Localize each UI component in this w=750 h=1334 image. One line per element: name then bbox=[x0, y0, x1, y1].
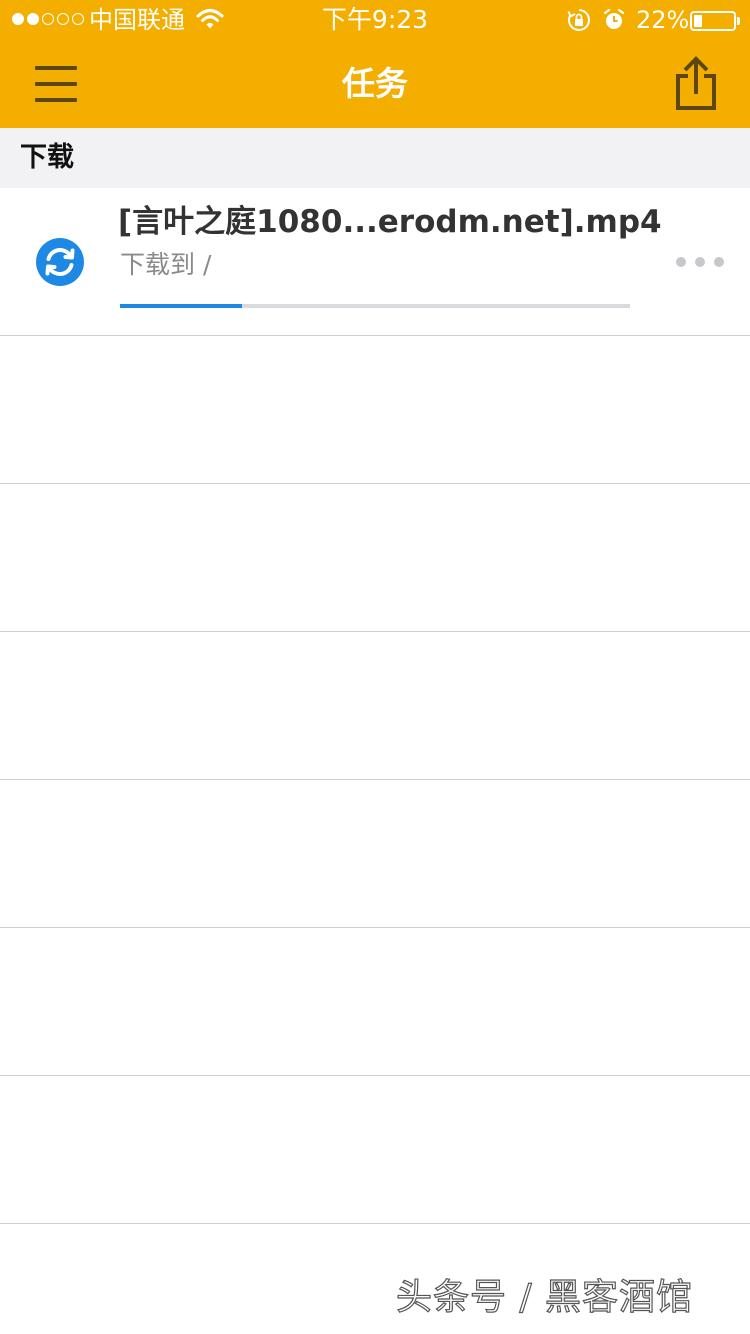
battery-percent: 22% bbox=[636, 6, 690, 34]
empty-row bbox=[0, 780, 750, 928]
screen: 中国联通 下午9:23 22% 任务 下载 [言叶之庭1080...erodm.… bbox=[0, 0, 750, 1334]
alarm-icon bbox=[603, 8, 625, 29]
refresh-icon bbox=[36, 238, 84, 286]
empty-row bbox=[0, 928, 750, 1076]
task-progress-bar bbox=[120, 304, 630, 308]
section-header-download: 下载 bbox=[0, 128, 750, 188]
watermark: 头条号 / 黑客酒馆 bbox=[395, 1276, 694, 1318]
status-bar: 中国联通 下午9:23 22% bbox=[0, 0, 750, 40]
task-destination: 下载到 / bbox=[120, 250, 212, 279]
task-filename: [言叶之庭1080...erodm.net].mp4 bbox=[118, 204, 662, 240]
download-task-row[interactable]: [言叶之庭1080...erodm.net].mp4 下载到 / bbox=[0, 188, 750, 336]
more-options-icon[interactable] bbox=[670, 250, 730, 274]
navigation-bar: 任务 bbox=[0, 40, 750, 128]
section-title: 下载 bbox=[20, 142, 74, 173]
empty-row bbox=[0, 1076, 750, 1224]
battery-icon bbox=[690, 11, 736, 31]
battery-level bbox=[694, 15, 702, 27]
empty-row bbox=[0, 336, 750, 484]
orientation-lock-icon bbox=[567, 9, 590, 31]
empty-row bbox=[0, 632, 750, 780]
empty-row bbox=[0, 484, 750, 632]
share-icon[interactable] bbox=[668, 54, 724, 114]
battery-cap bbox=[737, 17, 740, 25]
page-title: 任务 bbox=[342, 64, 408, 103]
top-bar: 中国联通 下午9:23 22% 任务 bbox=[0, 0, 750, 128]
task-progress-fill bbox=[120, 304, 242, 308]
